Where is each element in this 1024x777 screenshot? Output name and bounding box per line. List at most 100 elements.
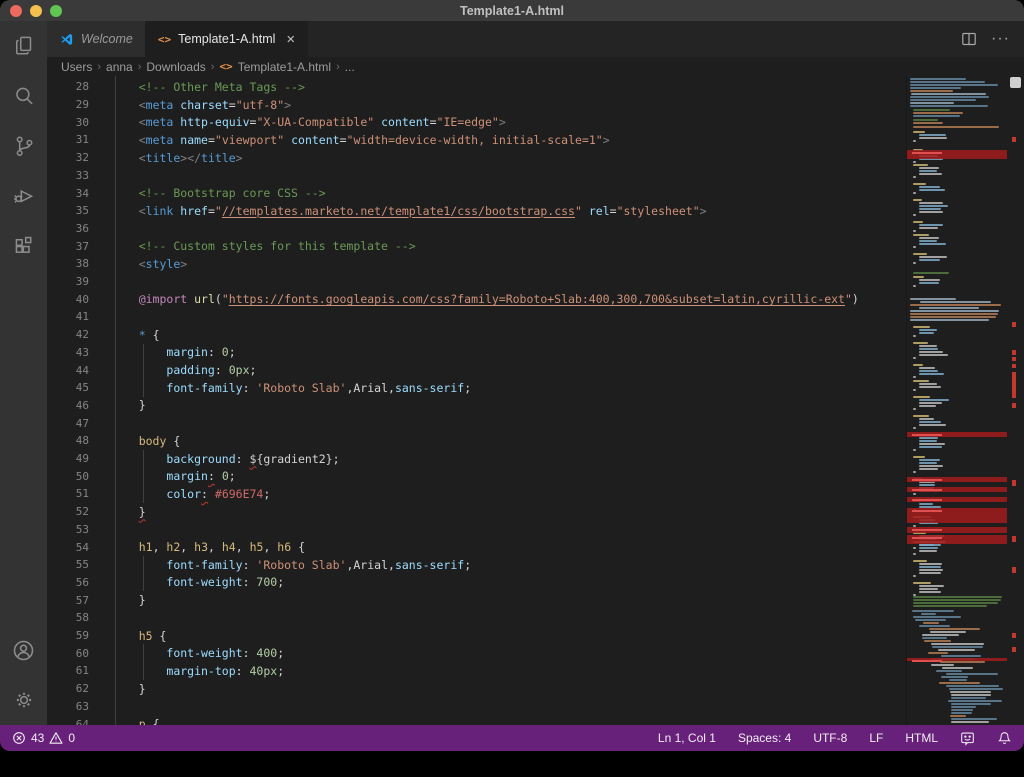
scrollbar-indicator[interactable] xyxy=(1010,77,1021,88)
code-line: 43 margin: 0; xyxy=(47,344,906,362)
close-window-button[interactable] xyxy=(10,5,22,17)
explorer-icon[interactable] xyxy=(0,21,47,71)
minimap-line xyxy=(930,631,966,633)
minimap-line xyxy=(913,326,930,328)
zoom-window-button[interactable] xyxy=(50,5,62,17)
minimap-line xyxy=(919,173,942,175)
minimap-line xyxy=(910,105,987,107)
minimap-line xyxy=(919,547,938,549)
minimize-window-button[interactable] xyxy=(30,5,42,17)
error-count: 43 xyxy=(31,731,44,745)
line-number: 38 xyxy=(47,257,111,270)
code-line: 49 background: ${gradient2}; xyxy=(47,450,906,468)
minimap-line xyxy=(919,550,937,552)
minimap-line xyxy=(919,227,938,229)
minimap-line xyxy=(913,164,928,166)
vscode-window: Template1-A.html xyxy=(0,0,1024,751)
line-content: } xyxy=(111,398,146,412)
line-content: h5 { xyxy=(111,629,166,643)
encoding-setting[interactable]: UTF-8 xyxy=(813,731,847,745)
breadcrumb-item[interactable]: ... xyxy=(345,60,355,74)
feedback-icon[interactable] xyxy=(960,731,975,746)
line-content: <!-- Bootstrap core CSS --> xyxy=(111,186,326,200)
more-actions-icon[interactable]: ··· xyxy=(991,30,1010,48)
tab-welcome-label: Welcome xyxy=(81,32,133,46)
extensions-icon[interactable] xyxy=(0,221,47,271)
search-icon[interactable] xyxy=(0,71,47,121)
tab-welcome[interactable]: Welcome xyxy=(47,21,146,57)
account-icon[interactable] xyxy=(0,625,47,675)
minimap-line xyxy=(913,396,930,398)
minimap-line xyxy=(919,167,939,169)
problems-indicator[interactable]: 43 0 xyxy=(12,731,75,745)
source-control-icon[interactable] xyxy=(0,121,47,171)
code-line: 32 <title></title> xyxy=(47,149,906,167)
minimap-line xyxy=(919,503,933,505)
code-line: 29 <meta charset="utf-8"> xyxy=(47,96,906,114)
line-number: 36 xyxy=(47,222,111,235)
editor-actions: ··· xyxy=(961,21,1024,57)
code-line: 37 <!-- Custom styles for this template … xyxy=(47,237,906,255)
line-content: @import url("https://fonts.googleapis.co… xyxy=(111,292,859,306)
minimap-line xyxy=(913,221,923,223)
breadcrumb-item[interactable]: Users xyxy=(61,60,92,74)
settings-gear-icon[interactable] xyxy=(0,675,47,725)
minimap-line xyxy=(913,161,916,163)
eol-setting[interactable]: LF xyxy=(869,731,883,745)
minimap-line xyxy=(913,380,929,382)
minimap-line xyxy=(919,569,943,571)
minimap[interactable] xyxy=(906,76,1007,725)
language-mode[interactable]: HTML xyxy=(905,731,938,745)
minimap-line xyxy=(919,544,934,546)
minimap-line xyxy=(913,342,928,344)
html-file-icon: <> xyxy=(158,33,171,46)
split-editor-icon[interactable] xyxy=(961,31,977,47)
minimap-line xyxy=(951,718,997,720)
minimap-line xyxy=(951,721,989,723)
overview-ruler[interactable] xyxy=(1007,76,1024,725)
warning-icon xyxy=(49,731,63,745)
line-content: } xyxy=(111,682,146,696)
line-number: 35 xyxy=(47,204,111,217)
breadcrumb-item[interactable]: anna xyxy=(106,60,133,74)
breadcrumb-item[interactable]: Downloads xyxy=(146,60,205,74)
minimap-line xyxy=(919,237,939,239)
minimap-line xyxy=(913,262,916,264)
tab-template1-a[interactable]: <> Template1-A.html × xyxy=(146,21,308,57)
error-decoration xyxy=(1012,536,1016,542)
minimap-line xyxy=(921,613,936,615)
minimap-line xyxy=(932,646,982,648)
code-editor[interactable]: 28 <!-- Other Meta Tags -->29 <meta char… xyxy=(47,76,906,725)
line-number: 46 xyxy=(47,399,111,412)
cursor-position[interactable]: Ln 1, Col 1 xyxy=(658,731,716,745)
minimap-line xyxy=(920,301,991,303)
line-content: <meta http-equiv="X-UA-Compatible" conte… xyxy=(111,115,506,129)
line-content: <meta charset="utf-8"> xyxy=(111,98,291,112)
line-number: 33 xyxy=(47,169,111,182)
minimap-line xyxy=(919,354,948,356)
minimap-line xyxy=(913,376,916,378)
minimap-error-band xyxy=(907,527,1007,533)
line-content: <!-- Other Meta Tags --> xyxy=(111,80,305,94)
line-number: 29 xyxy=(47,98,111,111)
line-content: font-family: 'Roboto Slab',Arial,sans-se… xyxy=(111,558,471,572)
run-debug-icon[interactable] xyxy=(0,171,47,221)
code-line: 31 <meta name="viewport" content="width=… xyxy=(47,131,906,149)
minimap-line xyxy=(919,591,941,593)
line-number: 63 xyxy=(47,700,111,713)
minimap-line xyxy=(919,279,940,281)
notifications-bell-icon[interactable] xyxy=(997,731,1012,746)
tab-close-icon[interactable]: × xyxy=(286,32,295,47)
minimap-line xyxy=(913,427,916,429)
line-number: 44 xyxy=(47,364,111,377)
minimap-line xyxy=(919,585,944,587)
line-content: * { xyxy=(111,328,160,342)
minimap-line xyxy=(913,335,916,337)
error-decoration xyxy=(1012,322,1016,327)
breadcrumb-item[interactable]: Template1-A.html xyxy=(238,60,331,74)
minimap-line xyxy=(910,310,999,312)
line-content: background: ${gradient2}; xyxy=(111,452,340,466)
minimap-line xyxy=(951,709,973,711)
tab-bar: Welcome <> Template1-A.html × ··· xyxy=(47,21,1024,57)
indentation-setting[interactable]: Spaces: 4 xyxy=(738,731,791,745)
